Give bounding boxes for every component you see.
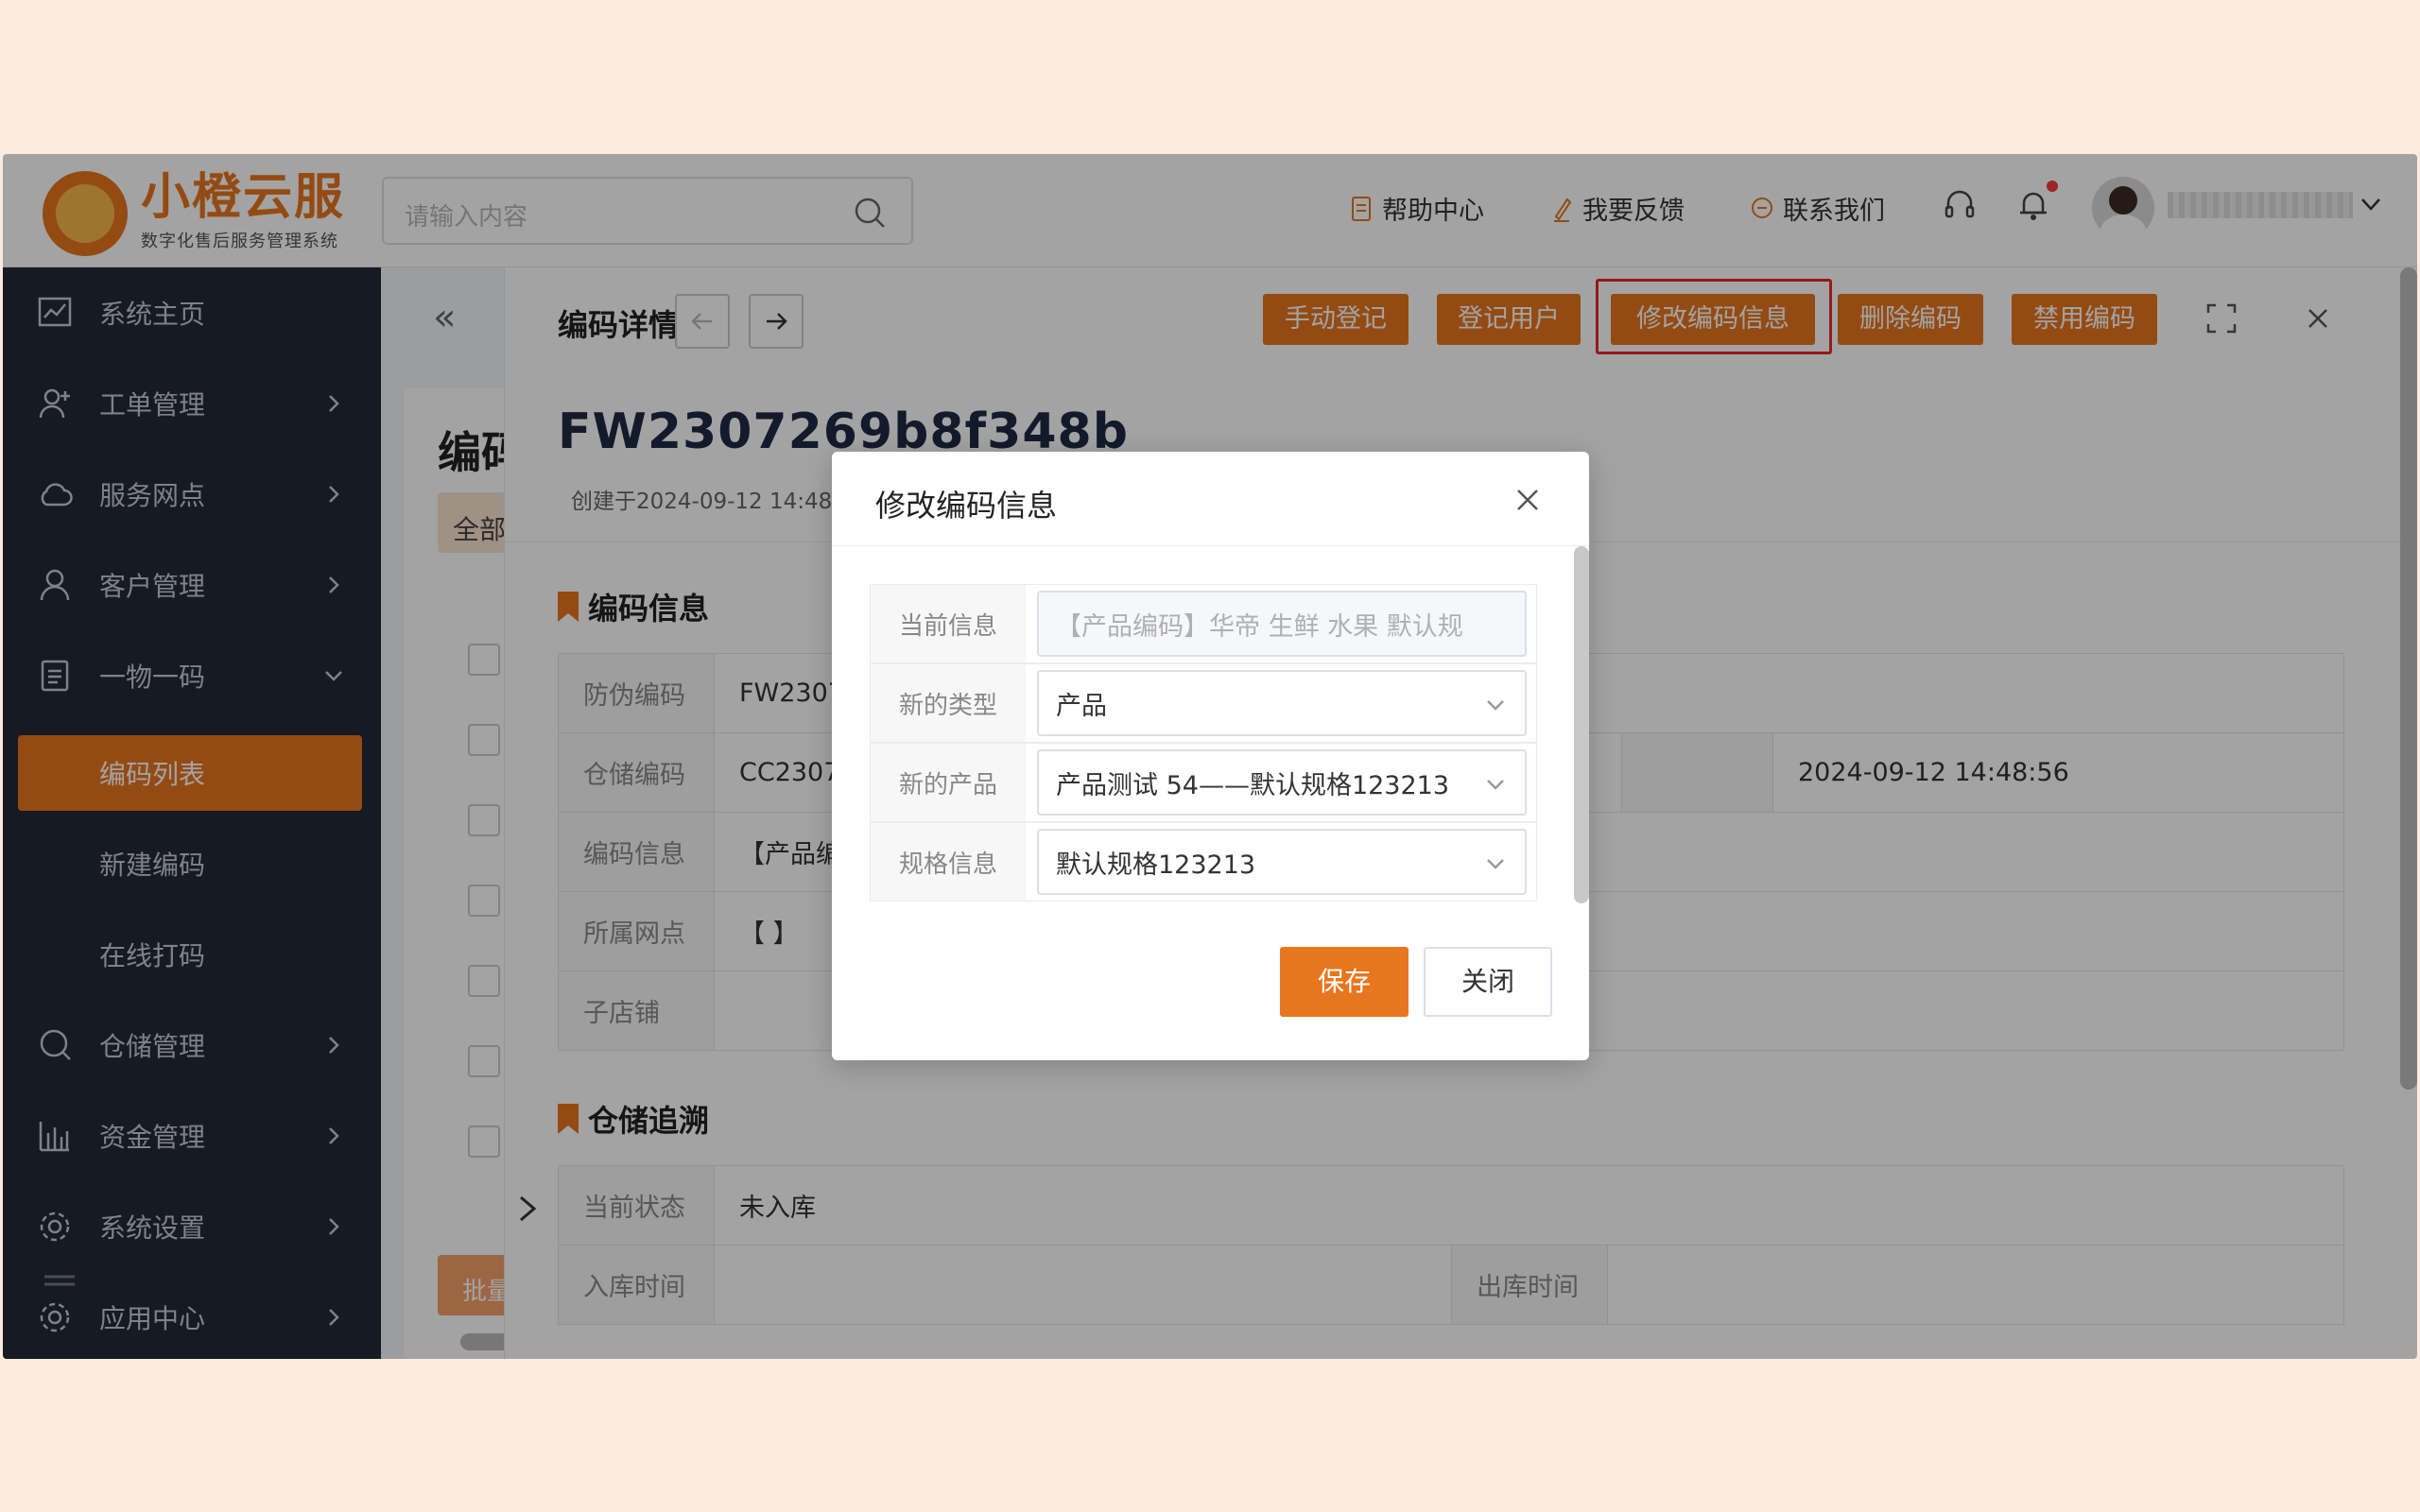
modal-scrollbar[interactable] — [1574, 546, 1589, 903]
modal-title: 修改编码信息 — [875, 488, 1058, 524]
close-button[interactable]: 关闭 — [1424, 947, 1552, 1017]
form-row-new-type: 新的类型 产品 — [870, 663, 1537, 743]
spec-select[interactable]: 默认规格123213 — [1037, 829, 1527, 895]
save-button[interactable]: 保存 — [1280, 947, 1409, 1017]
current-info-field: 【产品编码】华帝 生鲜 水果 默认规 — [1037, 591, 1527, 657]
modal-header: 修改编码信息 — [832, 452, 1589, 546]
field-label: 新的产品 — [871, 744, 1026, 821]
field-label: 规格信息 — [871, 823, 1026, 901]
form-row-current-info: 当前信息 【产品编码】华帝 生鲜 水果 默认规 — [870, 584, 1537, 663]
close-icon[interactable] — [1513, 486, 1542, 514]
field-label: 当前信息 — [871, 585, 1026, 662]
chevron-down-icon — [1487, 780, 1504, 790]
new-product-select[interactable]: 产品测试 54——默认规格123213 — [1037, 749, 1527, 816]
edit-code-modal: 修改编码信息 当前信息 【产品编码】华帝 生鲜 水果 默认规 新的类型 产品 新… — [832, 452, 1589, 1060]
chevron-down-icon — [1487, 700, 1504, 711]
select-value: 默认规格123213 — [1056, 850, 1256, 880]
select-value: 产品测试 54——默认规格123213 — [1056, 770, 1450, 800]
select-value: 产品 — [1056, 691, 1107, 721]
form-row-spec-info: 规格信息 默认规格123213 — [870, 822, 1537, 902]
new-type-select[interactable]: 产品 — [1037, 670, 1527, 736]
form-row-new-product: 新的产品 产品测试 54——默认规格123213 — [870, 743, 1537, 822]
chevron-down-icon — [1487, 859, 1504, 869]
field-label: 新的类型 — [871, 664, 1026, 742]
